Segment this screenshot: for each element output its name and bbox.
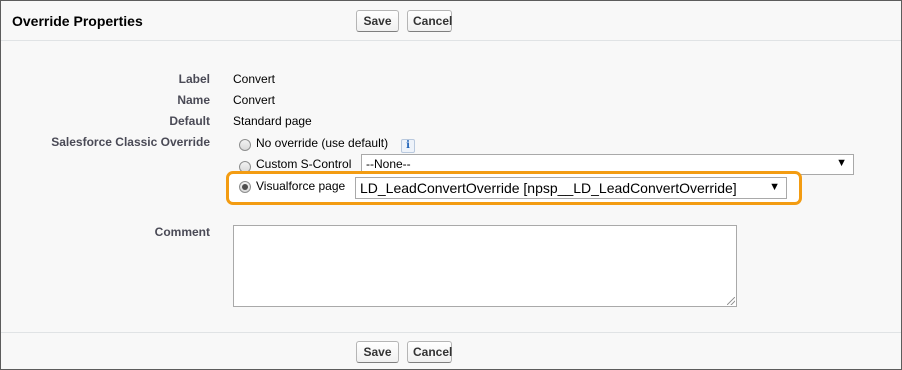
- cancel-button-top[interactable]: Cancel: [407, 10, 452, 32]
- visualforce-page-label: Visualforce page: [256, 179, 346, 193]
- cancel-button-bottom[interactable]: Cancel: [407, 341, 452, 363]
- visualforce-page-select[interactable]: LD_LeadConvertOverride [npsp__LD_LeadCon…: [355, 177, 787, 199]
- panel-footer: Save Cancel: [1, 332, 901, 369]
- default-field-value: Standard page: [233, 114, 312, 128]
- no-override-label: No override (use default): [256, 136, 389, 150]
- name-field-value: Convert: [233, 93, 276, 107]
- label-field-value: Convert: [233, 72, 276, 86]
- page-title: Override Properties: [12, 13, 143, 29]
- classic-override-label: Salesforce Classic Override: [51, 135, 210, 149]
- resize-grip-icon[interactable]: [727, 297, 735, 305]
- comment-label: Comment: [154, 225, 210, 239]
- override-properties-panel: Override Properties Save Cancel Label Co…: [0, 0, 902, 370]
- info-icon[interactable]: i: [401, 139, 415, 153]
- default-field-label: Default: [169, 114, 210, 128]
- s-control-select-value: --None--: [366, 157, 411, 171]
- chevron-down-icon: ▼: [769, 181, 780, 193]
- custom-s-control-label: Custom S-Control: [256, 157, 352, 171]
- no-override-radio[interactable]: [239, 139, 251, 151]
- save-button-bottom[interactable]: Save: [356, 341, 399, 363]
- visualforce-page-select-value: LD_LeadConvertOverride [npsp__LD_LeadCon…: [360, 180, 737, 196]
- label-field-label: Label: [178, 72, 210, 86]
- chevron-down-icon: ▼: [836, 157, 847, 169]
- comment-textarea[interactable]: [233, 225, 737, 307]
- name-field-label: Name: [177, 93, 210, 107]
- panel-header: Override Properties Save Cancel: [1, 1, 901, 41]
- visualforce-page-radio[interactable]: [239, 181, 251, 193]
- save-button-top[interactable]: Save: [356, 10, 399, 32]
